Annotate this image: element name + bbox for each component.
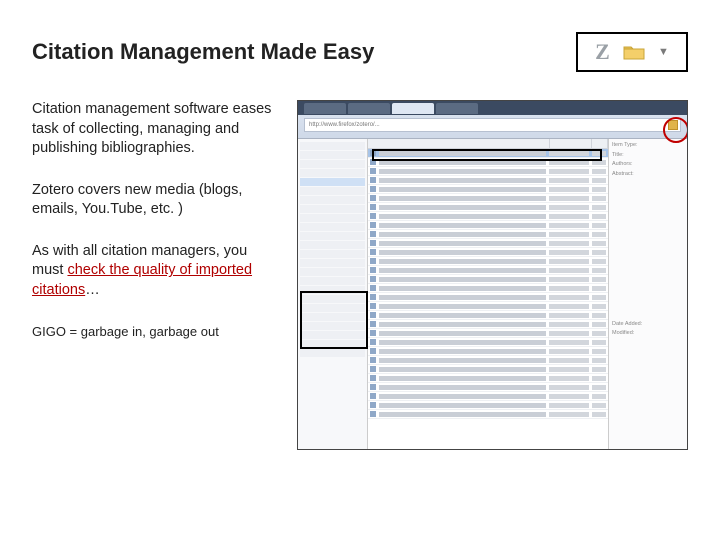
address-bar: http://www.firefox/zotero/... xyxy=(304,118,681,132)
zotero-browser-screenshot: http://www.firefox/zotero/... xyxy=(297,100,688,450)
chevron-down-icon: ▼ xyxy=(658,46,669,58)
body-text-column: Citation management software eases task … xyxy=(32,100,277,450)
browser-tab xyxy=(348,103,390,114)
browser-tab xyxy=(436,103,478,114)
browser-chrome: http://www.firefox/zotero/... xyxy=(298,101,687,139)
zotero-items-pane xyxy=(368,139,609,449)
gigo-note: GIGO = garbage in, garbage out xyxy=(32,323,277,341)
zotero-pane: Item Type: Title: Authors: Abstract: Dat… xyxy=(298,139,687,449)
zotero-details-pane: Item Type: Title: Authors: Abstract: Dat… xyxy=(609,139,687,449)
zotero-z-icon: Z xyxy=(595,39,610,65)
browser-tab-bar xyxy=(298,101,687,115)
folder-icon xyxy=(623,44,645,60)
para-3: As with all citation managers, you must … xyxy=(32,242,277,301)
zotero-items-rows xyxy=(368,149,608,449)
zotero-toolbar-chip: Z ▼ xyxy=(576,32,688,72)
zotero-collections-pane xyxy=(298,139,368,449)
zotero-item-row xyxy=(368,149,608,158)
browser-tab xyxy=(392,103,434,114)
zotero-items-header xyxy=(368,139,608,149)
page-title: Citation Management Made Easy xyxy=(32,39,374,65)
para-2: Zotero covers new media (blogs, emails, … xyxy=(32,181,277,220)
browser-tab xyxy=(304,103,346,114)
para-1: Citation management software eases task … xyxy=(32,100,277,159)
callout-circle xyxy=(663,117,688,143)
